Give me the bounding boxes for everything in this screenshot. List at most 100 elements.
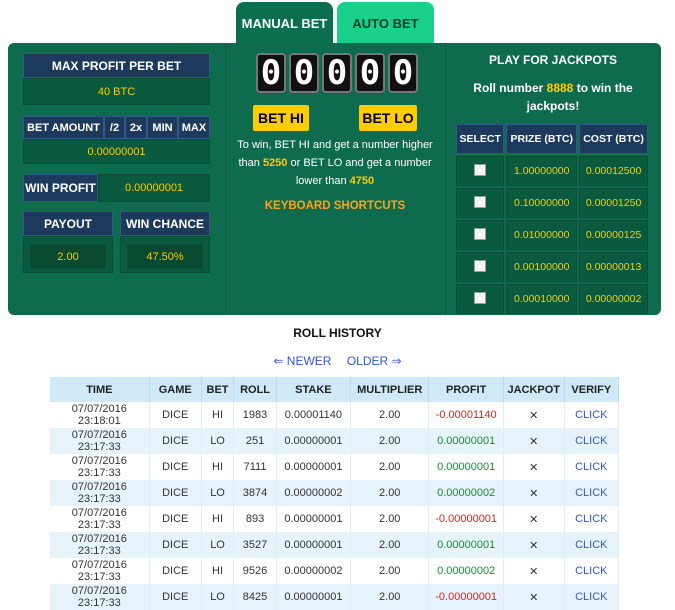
cell-multiplier: 2.00	[350, 584, 430, 610]
cell-bet: LO	[201, 428, 235, 454]
win-chance-input[interactable]: 47.50%	[127, 244, 203, 269]
win-profit-value: 0.00000001	[98, 174, 210, 202]
cell-multiplier: 2.00	[350, 506, 430, 532]
jackpot-select-cell	[456, 156, 505, 186]
history-row: 07/07/2016 23:17:33 DICE HI 893 0.00000001 2.…	[50, 506, 620, 532]
jackpot-x-icon: ✕	[503, 532, 565, 558]
bet-lo-button[interactable]: BET LO	[359, 105, 417, 131]
half-bet-button[interactable]: /2	[104, 116, 125, 139]
jackpot-sub-text-1: Roll number	[473, 81, 544, 95]
cell-time: 07/07/2016 23:17:33	[50, 428, 150, 454]
jackpot-checkbox[interactable]	[474, 227, 487, 240]
history-row: 07/07/2016 23:18:01 DICE HI 1983 0.00001140 2…	[50, 402, 620, 428]
jackpot-x-icon: ✕	[503, 428, 565, 454]
jackpot-cost: 0.00000125	[579, 220, 648, 250]
cell-profit: 0.00000001	[428, 532, 504, 558]
cell-bet: HI	[201, 558, 235, 584]
cell-multiplier: 2.00	[350, 428, 430, 454]
bet-amount-input[interactable]: 0.00000001	[23, 139, 210, 164]
jackpot-select-cell	[456, 188, 505, 218]
cell-time: 07/07/2016 23:17:33	[50, 532, 150, 558]
cell-bet: HI	[201, 506, 235, 532]
bet-hi-button[interactable]: BET HI	[253, 105, 309, 131]
cell-bet: HI	[201, 402, 235, 428]
older-link[interactable]: OLDER ⇒	[347, 354, 402, 368]
cell-roll: 251	[233, 428, 277, 454]
cell-multiplier: 2.00	[350, 454, 430, 480]
verify-link[interactable]: CLICK	[564, 584, 620, 610]
cell-time: 07/07/2016 23:17:33	[50, 584, 150, 610]
jackpot-table: SELECT PRIZE (BTC) COST (BTC) 1.00000000…	[454, 122, 650, 316]
max-profit-label: MAX PROFIT PER BET	[23, 53, 210, 78]
history-pager: ⇐ NEWER OLDER ⇒	[0, 354, 675, 368]
verify-link[interactable]: CLICK	[564, 480, 620, 506]
cell-profit: -0.00001140	[428, 402, 504, 428]
jackpot-checkbox[interactable]	[474, 163, 487, 176]
jackpot-prize: 1.00000000	[506, 156, 578, 186]
jackpot-number: 8888	[546, 81, 574, 95]
history-row: 07/07/2016 23:17:33 DICE LO 8425 0.00000001 2…	[50, 584, 620, 610]
tab-manual-bet[interactable]: MANUAL BET	[236, 2, 333, 44]
verify-link[interactable]: CLICK	[564, 428, 620, 454]
roll-digit: 0	[289, 53, 319, 93]
bet-amount-label: BET AMOUNT	[23, 116, 104, 139]
cell-roll: 3874	[233, 480, 277, 506]
payout-input[interactable]: 2.00	[30, 244, 106, 269]
cell-game: DICE	[149, 506, 202, 532]
jackpot-row: 0.01000000 0.00000125	[456, 220, 648, 250]
jackpot-sub-text-2: to win the jackpots!	[526, 81, 633, 113]
verify-link[interactable]: CLICK	[564, 454, 620, 480]
history-row: 07/07/2016 23:17:33 DICE HI 7111 0.00000001 2…	[50, 454, 620, 480]
col-header-roll: ROLL	[233, 377, 277, 402]
jackpot-cost: 0.00001250	[579, 188, 648, 218]
bet-instructions: To win, BET HI and get a number higher t…	[226, 136, 444, 190]
verify-link[interactable]: CLICK	[564, 506, 620, 532]
jackpot-select-cell	[456, 252, 505, 282]
roll-digit: 0	[322, 53, 352, 93]
jackpot-cost: 0.00012500	[579, 156, 648, 186]
col-header-stake: STAKE	[276, 377, 352, 402]
cell-stake: 0.00001140	[276, 402, 352, 428]
jackpot-checkbox[interactable]	[474, 291, 487, 304]
hi-threshold: 5250	[262, 157, 288, 169]
verify-link[interactable]: CLICK	[564, 402, 620, 428]
jackpot-checkbox[interactable]	[474, 259, 487, 272]
roll-digit: 0	[256, 53, 286, 93]
history-row: 07/07/2016 23:17:33 DICE HI 9526 0.00000002 2…	[50, 558, 620, 584]
jackpot-checkbox[interactable]	[474, 195, 487, 208]
jackpot-row: 1.00000000 0.00012500	[456, 156, 648, 186]
cell-time: 07/07/2016 23:17:33	[50, 480, 150, 506]
cell-stake: 0.00000001	[276, 532, 352, 558]
double-bet-button[interactable]: 2x	[125, 116, 147, 139]
roll-history-table: TIME GAME BET ROLL STAKE MULTIPLIER PROF…	[50, 377, 620, 610]
jackpot-cost: 0.00000002	[579, 284, 648, 314]
cell-time: 07/07/2016 23:17:33	[50, 558, 150, 584]
cell-stake: 0.00000001	[276, 454, 352, 480]
col-header-time: TIME	[50, 377, 150, 402]
cell-time: 07/07/2016 23:17:33	[50, 454, 150, 480]
roll-digit: 0	[388, 53, 418, 93]
jackpot-x-icon: ✕	[503, 402, 565, 428]
history-row: 07/07/2016 23:17:33 DICE LO 3527 0.00000001 2…	[50, 532, 620, 558]
cell-bet: LO	[201, 584, 235, 610]
keyboard-shortcuts-link[interactable]: KEYBOARD SHORTCUTS	[226, 200, 444, 212]
min-bet-button[interactable]: MIN	[147, 116, 178, 139]
max-bet-button[interactable]: MAX	[178, 116, 210, 139]
cell-profit: 0.00000001	[428, 454, 504, 480]
verify-link[interactable]: CLICK	[564, 532, 620, 558]
roll-digit: 0	[355, 53, 385, 93]
jackpot-prize: 0.00010000	[506, 284, 578, 314]
jackpot-row: 0.10000000 0.00001250	[456, 188, 648, 218]
cell-roll: 1983	[233, 402, 277, 428]
cell-profit: -0.00000001	[428, 584, 504, 610]
jackpot-x-icon: ✕	[503, 454, 565, 480]
cell-bet: HI	[201, 454, 235, 480]
tab-auto-bet[interactable]: AUTO BET	[337, 2, 434, 44]
jackpot-select-cell	[456, 220, 505, 250]
jackpot-header-cost: COST (BTC)	[579, 124, 648, 154]
verify-link[interactable]: CLICK	[564, 558, 620, 584]
cell-game: DICE	[149, 584, 202, 610]
newer-link[interactable]: ⇐ NEWER	[273, 354, 331, 368]
jackpot-title: PLAY FOR JACKPOTS	[488, 53, 618, 67]
col-header-multiplier: MULTIPLIER	[350, 377, 430, 402]
